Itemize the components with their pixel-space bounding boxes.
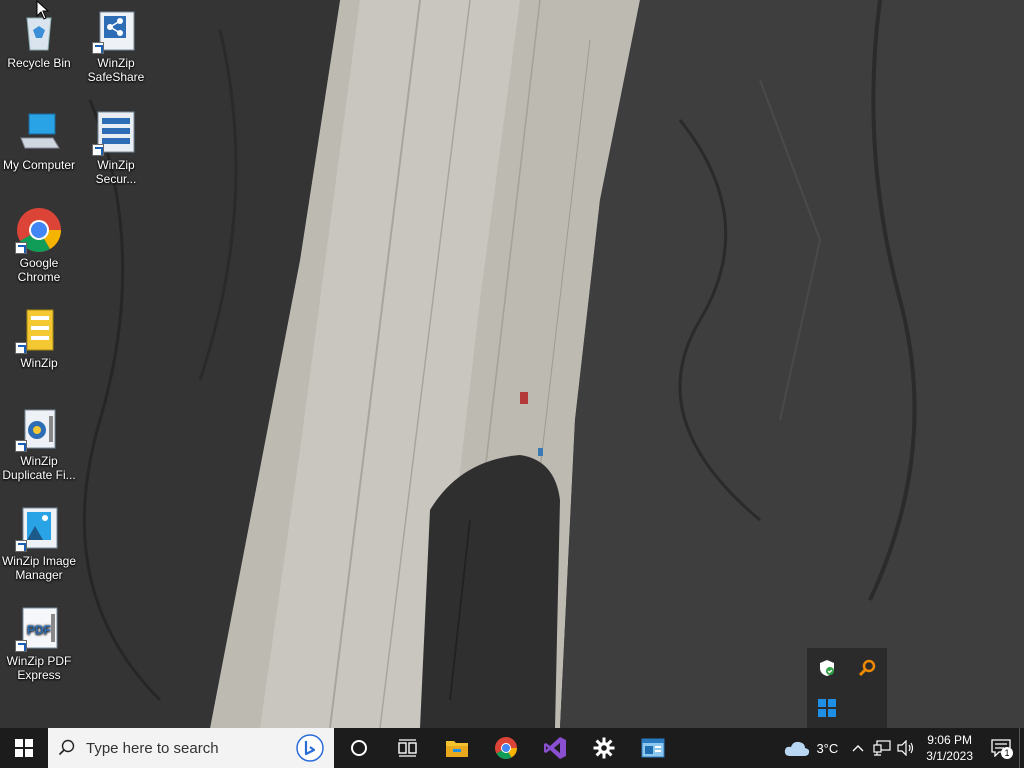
settings-button[interactable]	[579, 728, 628, 768]
desktop-icon-google-chrome[interactable]: Google Chrome	[0, 206, 78, 284]
taskbar-search-box[interactable]: Type here to search	[48, 728, 334, 768]
file-explorer-button[interactable]	[432, 728, 481, 768]
svg-text:PDF: PDF	[27, 623, 51, 637]
clock[interactable]: 9:06 PM 3/1/2023	[918, 732, 983, 764]
desktop-icon-winzip-safeshare[interactable]: WinZip SafeShare	[77, 6, 155, 84]
visual-studio-icon	[543, 737, 566, 759]
desktop-icon-winzip-duplicate[interactable]: WinZip Duplicate Fi...	[0, 404, 78, 482]
desktop-icon-winzip-image-manager[interactable]: WinZip Image Manager	[0, 504, 78, 582]
desktop-icon-label: Recycle Bin	[7, 56, 71, 70]
desktop-icon-label: WinZip PDF Express	[6, 654, 72, 682]
chevron-up-icon	[852, 745, 864, 752]
desktop-icon-label: WinZip SafeShare	[87, 56, 145, 84]
winzip-safeshare-icon	[92, 6, 140, 54]
search-placeholder: Type here to search	[86, 739, 219, 757]
security-shield-icon[interactable]	[807, 648, 847, 688]
task-view-icon	[397, 739, 417, 757]
winzip-icon	[15, 306, 63, 354]
chrome-icon	[15, 206, 63, 254]
desktop-icon-my-computer[interactable]: My Computer	[0, 108, 78, 172]
search-icon	[58, 739, 75, 756]
network-button[interactable]	[870, 740, 894, 756]
bing-icon[interactable]	[296, 734, 324, 762]
weather-widget[interactable]: 3°C	[776, 739, 846, 757]
notification-center-button[interactable]: 1	[983, 728, 1019, 768]
speaker-icon	[897, 740, 914, 756]
show-hidden-icons-button[interactable]	[846, 744, 870, 752]
start-button[interactable]	[0, 728, 48, 768]
visual-studio-button[interactable]	[530, 728, 579, 768]
desktop-icon-label: WinZip Duplicate Fi...	[2, 454, 76, 482]
tray-overflow-popup	[807, 648, 887, 728]
task-view-button[interactable]	[383, 728, 432, 768]
cloud-icon	[785, 741, 810, 756]
windows-start-icon	[15, 739, 33, 757]
desktop-icon-label: My Computer	[2, 158, 76, 172]
clock-date: 3/1/2023	[926, 749, 973, 763]
clock-time: 9:06 PM	[927, 733, 972, 747]
file-explorer-icon	[445, 741, 468, 757]
cortana-icon	[350, 740, 367, 756]
volume-button[interactable]	[894, 740, 918, 756]
winzip-image-manager-icon	[15, 504, 63, 552]
settings-gear-icon	[593, 737, 614, 759]
search-magnifier-icon[interactable]	[847, 648, 887, 688]
desktop-icon-label: Google Chrome	[17, 256, 61, 284]
app-window-icon	[641, 738, 664, 758]
cortana-button[interactable]	[334, 728, 383, 768]
desktop-icon-winzip[interactable]: WinZip	[0, 306, 78, 370]
show-desktop-button[interactable]	[1019, 728, 1024, 768]
taskbar: Type here to search 3°C 9:06 PM 3/1/2023…	[0, 728, 1024, 768]
weather-temp: 3°C	[816, 740, 839, 756]
desktop-icon-label: WinZip Secur...	[95, 158, 137, 186]
desktop-icon-winzip-pdf-express[interactable]: PDF WinZip PDF Express	[0, 604, 78, 682]
winzip-duplicate-icon	[15, 404, 63, 452]
system-tray: 3°C 9:06 PM 3/1/2023 1	[776, 728, 1024, 768]
winzip-pdf-express-icon: PDF	[15, 604, 63, 652]
network-icon	[873, 740, 891, 756]
computer-icon	[15, 108, 63, 156]
desktop-icon-label: WinZip Image Manager	[1, 554, 77, 582]
app-window-button[interactable]	[628, 728, 677, 768]
notification-count-badge: 1	[1001, 747, 1013, 759]
windows-logo-icon[interactable]	[807, 688, 847, 728]
winzip-secure-icon	[92, 108, 140, 156]
desktop-icon-label: WinZip	[20, 356, 58, 370]
empty-cell	[847, 688, 887, 728]
chrome-taskbar-button[interactable]	[481, 728, 530, 768]
chrome-icon	[494, 737, 517, 759]
desktop-icon-winzip-secure[interactable]: WinZip Secur...	[77, 108, 155, 186]
mouse-cursor-icon	[36, 0, 50, 20]
